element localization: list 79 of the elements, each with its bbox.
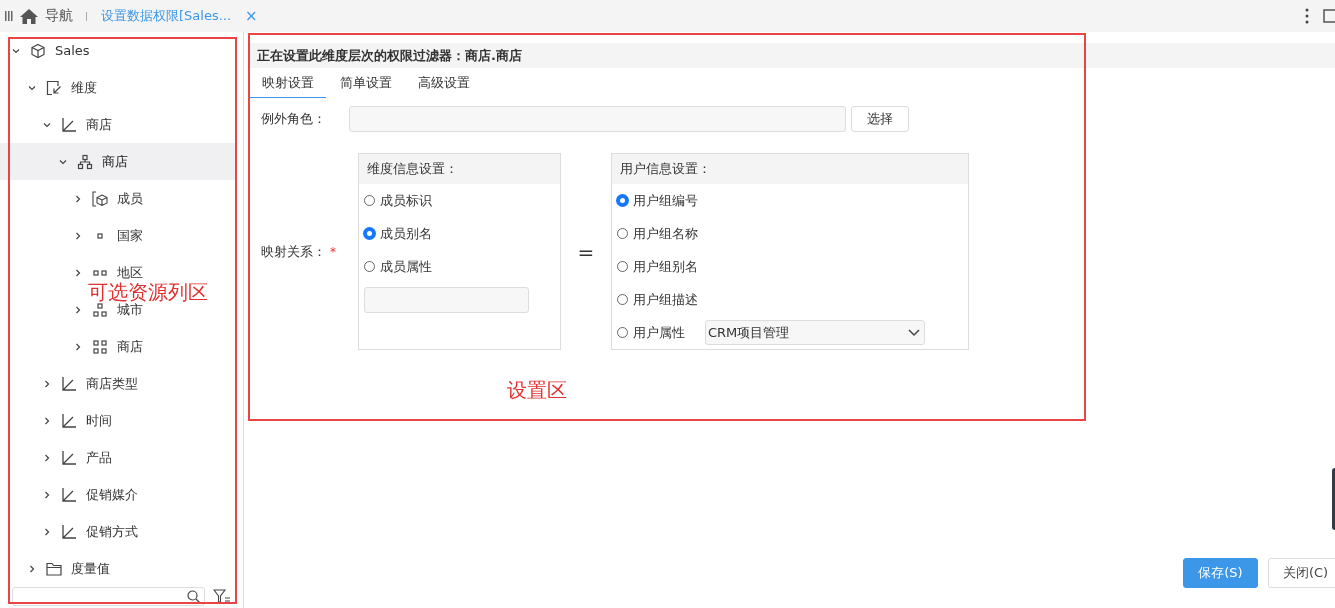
tree-item[interactable]: 度量值	[27, 560, 110, 577]
panel-title: 维度信息设置：	[359, 154, 560, 184]
required-mark: *	[330, 244, 336, 259]
tree-item[interactable]: 促销方式	[43, 523, 138, 540]
folder-icon	[45, 560, 62, 577]
chevron-icon[interactable]	[43, 379, 51, 388]
field-label: 映射关系：	[261, 242, 326, 261]
tree-item[interactable]: 维度	[27, 79, 97, 96]
nav-tab[interactable]: 导航	[45, 7, 73, 25]
dropdown[interactable]: CRM项目管理	[705, 320, 925, 345]
chevron-icon[interactable]	[74, 231, 82, 240]
panel-heading: 正在设置此维度层次的权限过滤器：商店.商店	[250, 43, 1335, 68]
tree-item[interactable]: 城市	[74, 301, 143, 318]
chevron-icon[interactable]	[43, 416, 51, 425]
axis-icon	[61, 412, 77, 429]
settings-tab[interactable]: 简单设置	[328, 68, 404, 98]
axis-icon	[61, 486, 77, 503]
attribute-input-field[interactable]	[364, 287, 529, 313]
chevron-icon[interactable]	[27, 83, 36, 92]
chevron-icon[interactable]	[74, 342, 82, 351]
axis-icon	[61, 116, 77, 133]
option-label: 用户属性	[633, 323, 686, 342]
tree-item[interactable]: 时间	[43, 412, 112, 429]
equals-sign: =	[576, 239, 596, 264]
more-icon[interactable]	[1305, 8, 1309, 24]
chevron-icon[interactable]	[43, 527, 51, 536]
dimension-icon	[45, 79, 62, 96]
option-label: 成员标识	[380, 191, 432, 210]
tree-item[interactable]: 产品	[43, 449, 112, 466]
chevron-icon[interactable]	[27, 564, 36, 573]
tree-item[interactable]: 促销媒介	[43, 486, 138, 503]
search-field[interactable]	[12, 587, 205, 606]
close-button[interactable]: 关闭(C)	[1268, 558, 1335, 588]
squares-icon	[92, 301, 108, 318]
exception-role-field[interactable]	[349, 106, 846, 132]
chevron-icon[interactable]	[43, 490, 51, 499]
panel-title: 用户信息设置：	[612, 154, 968, 184]
tree-item[interactable]: 商店	[74, 338, 143, 355]
axis-icon	[61, 375, 77, 392]
option-label: 用户组别名	[633, 257, 699, 276]
option-label: 用户组描述	[633, 290, 699, 309]
tree-item[interactable]: 地区	[74, 264, 143, 281]
filter-icon[interactable]	[213, 589, 231, 604]
chevron-icon[interactable]	[74, 194, 82, 203]
grip-icon[interactable]	[5, 11, 13, 21]
axis-icon	[61, 449, 77, 466]
tree-item[interactable]: 国家	[74, 227, 143, 244]
option-label: 用户组名称	[633, 224, 699, 243]
member-icon	[92, 190, 108, 207]
chevron-icon[interactable]	[74, 305, 82, 314]
chevron-icon[interactable]	[74, 268, 82, 277]
chevron-icon[interactable]	[43, 120, 51, 129]
cube-icon	[30, 42, 46, 59]
settings-tab[interactable]: 高级设置	[406, 68, 482, 98]
tree-item[interactable]: 成员	[74, 190, 143, 207]
caret-icon	[908, 328, 920, 337]
tree-item[interactable]: 商店	[43, 116, 112, 133]
home-icon[interactable]	[20, 8, 38, 24]
option-label: 用户组编号	[633, 191, 699, 210]
chevron-icon[interactable]	[43, 453, 51, 462]
annotation-label: 可选资源列区	[88, 282, 208, 302]
chevron-icon[interactable]	[12, 46, 20, 55]
radio-button[interactable]	[364, 228, 375, 239]
tree-item[interactable]: Sales	[12, 42, 90, 59]
grid-icon	[92, 338, 108, 355]
select-button[interactable]: 选择	[851, 106, 909, 132]
chevron-icon[interactable]	[58, 157, 67, 166]
option-label: 成员别名	[380, 224, 432, 243]
tree-item[interactable]: 商店类型	[43, 375, 138, 392]
hierarchy-icon	[76, 153, 93, 170]
radio-button[interactable]	[617, 195, 628, 206]
option-label: 成员属性	[380, 257, 432, 276]
search-icon[interactable]	[187, 590, 200, 603]
tree-item[interactable]: 商店	[58, 153, 128, 170]
maximize-icon[interactable]	[1323, 9, 1335, 23]
settings-tab[interactable]: 映射设置	[250, 68, 326, 98]
axis-icon	[61, 523, 77, 540]
field-label: 例外角色：	[260, 110, 327, 128]
annotation-label: 设置区	[507, 380, 567, 400]
